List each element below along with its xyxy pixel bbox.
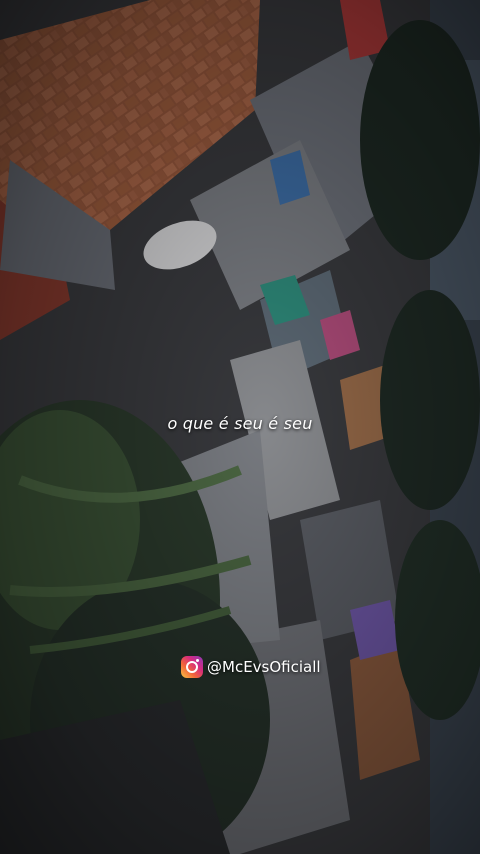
- instagram-icon: [181, 656, 203, 678]
- lyric-caption: o que é seu é seu: [167, 414, 313, 433]
- instagram-handle-tag[interactable]: @McEvsOficiall: [181, 656, 321, 678]
- instagram-handle-text: @McEvsOficiall: [207, 658, 321, 676]
